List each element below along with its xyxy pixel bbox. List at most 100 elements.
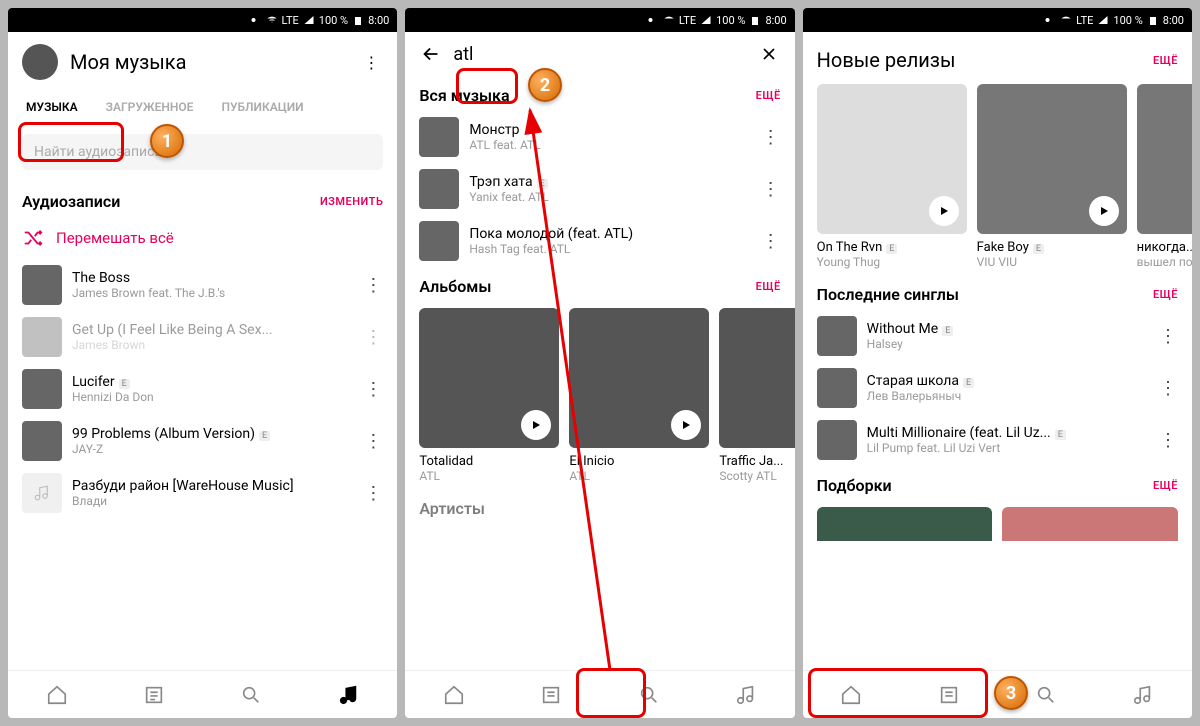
play-icon[interactable] xyxy=(671,410,701,440)
track-more-icon[interactable]: ⋮ xyxy=(761,125,781,149)
album-artist: ATL xyxy=(419,469,559,483)
track-row[interactable]: Get Up (I Feel Like Being A Sex...James … xyxy=(8,311,397,363)
phone-screen-3: LTE 100 % 8:00 Новые релизы ЕЩЁ On The R… xyxy=(803,8,1192,718)
play-icon[interactable] xyxy=(521,410,551,440)
track-more-icon[interactable]: ⋮ xyxy=(363,273,383,297)
status-bar: LTE 100 % 8:00 xyxy=(803,8,1192,32)
collection-item[interactable] xyxy=(817,507,993,541)
more-link[interactable]: ЕЩЁ xyxy=(756,280,781,293)
track-title: Пока молодой (feat. ATL) xyxy=(469,226,750,242)
track-artist: Влади xyxy=(72,494,353,508)
nav-music[interactable] xyxy=(1095,671,1192,718)
play-icon[interactable] xyxy=(929,196,959,226)
track-art xyxy=(419,169,459,209)
tab-publications[interactable]: ПУБЛИКАЦИИ xyxy=(217,92,307,122)
more-link[interactable]: ЕЩЁ xyxy=(1153,288,1178,301)
release-item[interactable]: Fake BoyE VIU VIU xyxy=(977,84,1127,269)
releases-row[interactable]: On The RvnE Young Thug Fake BoyE VIU VIU… xyxy=(803,78,1192,275)
nav-music[interactable] xyxy=(300,671,397,718)
more-link[interactable]: ЕЩЁ xyxy=(1153,54,1178,67)
section-audio-title: Аудиозаписи xyxy=(22,192,120,211)
nav-feed[interactable] xyxy=(900,671,997,718)
release-title: никогда... xyxy=(1137,240,1192,255)
track-title: The Boss xyxy=(72,270,353,286)
track-row[interactable]: 99 Problems (Album Version)EJAY-Z ⋮ xyxy=(8,415,397,467)
tab-downloaded[interactable]: ЗАГРУЖЕННОЕ xyxy=(102,92,198,122)
search-field[interactable]: Найти аудиозапись xyxy=(22,134,383,170)
more-link[interactable]: ЕЩЁ xyxy=(756,89,781,102)
track-title: 99 Problems (Album Version)E xyxy=(72,426,353,442)
nav-feed[interactable] xyxy=(105,671,202,718)
track-more-icon[interactable]: ⋮ xyxy=(363,429,383,453)
edit-link[interactable]: ИЗМЕНИТЬ xyxy=(320,195,383,208)
track-more-icon[interactable]: ⋮ xyxy=(1158,428,1178,452)
nav-search[interactable] xyxy=(203,671,300,718)
release-item[interactable]: On The RvnE Young Thug xyxy=(817,84,967,269)
nav-search[interactable] xyxy=(600,671,697,718)
album-item[interactable]: Traffic Ja... Scotty ATL xyxy=(719,308,794,483)
release-item[interactable]: никогда... вышел по... xyxy=(1137,84,1192,269)
key-icon xyxy=(1044,14,1056,26)
track-more-icon[interactable]: ⋮ xyxy=(363,481,383,505)
clear-icon[interactable] xyxy=(757,42,781,66)
page-title: Моя музыка xyxy=(70,50,347,74)
album-art xyxy=(719,308,794,448)
play-icon[interactable] xyxy=(1089,196,1119,226)
album-item[interactable]: Totalidad ATL xyxy=(419,308,559,483)
track-title: Разбуди район [WareHouse Music] xyxy=(72,478,353,494)
track-row[interactable]: Разбуди район [WareHouse Music]Влади ⋮ xyxy=(8,467,397,519)
nav-feed[interactable] xyxy=(503,671,600,718)
shuffle-label: Перемешать всё xyxy=(56,229,174,247)
track-row[interactable]: Without MeEHalsey ⋮ xyxy=(803,310,1192,362)
explicit-badge: E xyxy=(1033,244,1044,254)
track-row[interactable]: Пока молодой (feat. ATL)Hash Tag feat. A… xyxy=(405,215,794,267)
track-more-icon[interactable]: ⋮ xyxy=(363,325,383,349)
track-art xyxy=(419,221,459,261)
collections-row[interactable] xyxy=(803,501,1192,541)
more-icon[interactable]: ⋮ xyxy=(359,50,383,74)
search-input[interactable] xyxy=(453,44,746,65)
album-title: Traffic Ja... xyxy=(719,454,794,469)
shuffle-button[interactable]: Перемешать всё xyxy=(8,217,397,259)
network-label: LTE xyxy=(282,14,299,27)
album-title: El Inicio xyxy=(569,454,709,469)
nav-home[interactable] xyxy=(405,671,502,718)
track-row[interactable]: Старая школаEЛев Валерьяныч ⋮ xyxy=(803,362,1192,414)
nav-search[interactable] xyxy=(997,671,1094,718)
album-item[interactable]: El Inicio ATL xyxy=(569,308,709,483)
singles-list: Without MeEHalsey ⋮ Старая школаEЛев Вал… xyxy=(803,310,1192,466)
section-collections: Подборки xyxy=(817,476,892,495)
nav-home[interactable] xyxy=(8,671,105,718)
track-more-icon[interactable]: ⋮ xyxy=(761,229,781,253)
collection-item[interactable] xyxy=(1002,507,1178,541)
track-row[interactable]: LuciferEHennizi Da Don ⋮ xyxy=(8,363,397,415)
track-row[interactable]: МонстрATL feat. ATL ⋮ xyxy=(405,111,794,163)
back-icon[interactable] xyxy=(419,42,443,66)
track-more-icon[interactable]: ⋮ xyxy=(1158,324,1178,348)
track-more-icon[interactable]: ⋮ xyxy=(1158,376,1178,400)
wifi-icon xyxy=(1060,14,1072,26)
track-artist: Halsey xyxy=(867,337,1148,351)
track-row[interactable]: Трэп хатаEYanix feat. ATL ⋮ xyxy=(405,163,794,215)
explicit-badge: E xyxy=(942,326,953,336)
more-link[interactable]: ЕЩЁ xyxy=(1153,479,1178,492)
track-artist: James Brown feat. The J.B.'s xyxy=(72,286,353,300)
track-art xyxy=(22,421,62,461)
track-title: Монстр xyxy=(469,122,750,138)
track-title: LuciferE xyxy=(72,374,353,390)
track-more-icon[interactable]: ⋮ xyxy=(363,377,383,401)
track-row[interactable]: Multi Millionaire (feat. Lil Uz...ELil P… xyxy=(803,414,1192,466)
status-bar: LTE 100 % 8:00 xyxy=(8,8,397,32)
nav-music[interactable] xyxy=(697,671,794,718)
nav-home[interactable] xyxy=(803,671,900,718)
tab-music[interactable]: МУЗЫКА xyxy=(22,92,82,122)
release-title: Fake BoyE xyxy=(977,240,1127,255)
track-art xyxy=(817,420,857,460)
bottom-nav xyxy=(803,670,1192,718)
track-row[interactable]: The BossJames Brown feat. The J.B.'s ⋮ xyxy=(8,259,397,311)
track-more-icon[interactable]: ⋮ xyxy=(761,177,781,201)
avatar[interactable] xyxy=(22,44,58,80)
albums-row[interactable]: Totalidad ATL El Inicio ATL Traffic Ja..… xyxy=(405,302,794,489)
album-artist: Scotty ATL xyxy=(719,469,794,483)
battery-icon xyxy=(1147,14,1159,26)
